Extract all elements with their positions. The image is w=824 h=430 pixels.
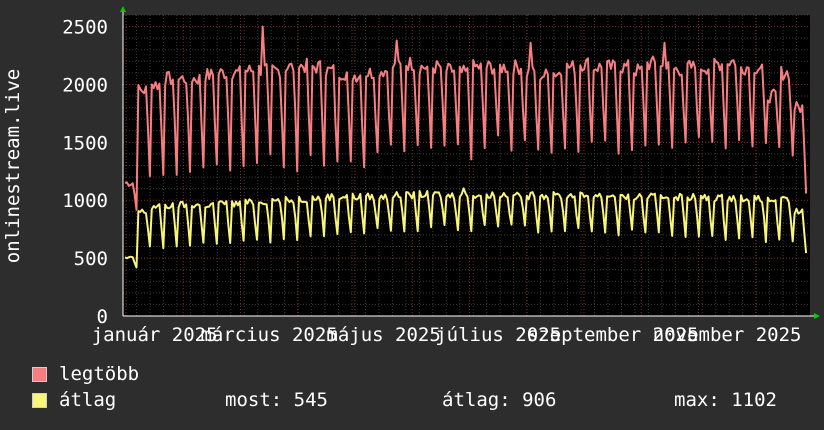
x-tick-label: január 2025 (92, 324, 218, 346)
stat-current: most: 545 (225, 389, 328, 411)
x-tick-label: március 2025 (200, 324, 337, 346)
legend-swatch-legtobb (32, 366, 47, 382)
y-tick-label: 500 (74, 248, 108, 270)
legend-stats: most: 545 átlag: 906 max: 1102 (0, 387, 824, 413)
x-axis-ticks: január 2025március 2025május 2025július … (92, 324, 802, 346)
y-tick-label: 1000 (62, 190, 108, 212)
y-axis-label: onlinestream.live (2, 69, 24, 263)
stat-average: átlag: 906 (442, 389, 557, 411)
x-axis-arrow (814, 313, 820, 319)
y-axis-arrow (120, 6, 126, 12)
x-tick-label: november 2025 (653, 324, 802, 346)
stat-max: max: 1102 (674, 389, 777, 411)
y-tick-label: 2500 (62, 17, 108, 39)
y-tick-label: 2000 (62, 74, 108, 96)
legend-item-legtobb: legtöbb (32, 361, 139, 387)
plot-area (123, 15, 810, 316)
legend-label-legtobb: legtöbb (59, 363, 140, 385)
x-tick-label: május 2025 (326, 324, 440, 346)
y-axis-ticks: 05001000150020002500 (62, 17, 108, 328)
y-tick-label: 1500 (62, 132, 108, 154)
